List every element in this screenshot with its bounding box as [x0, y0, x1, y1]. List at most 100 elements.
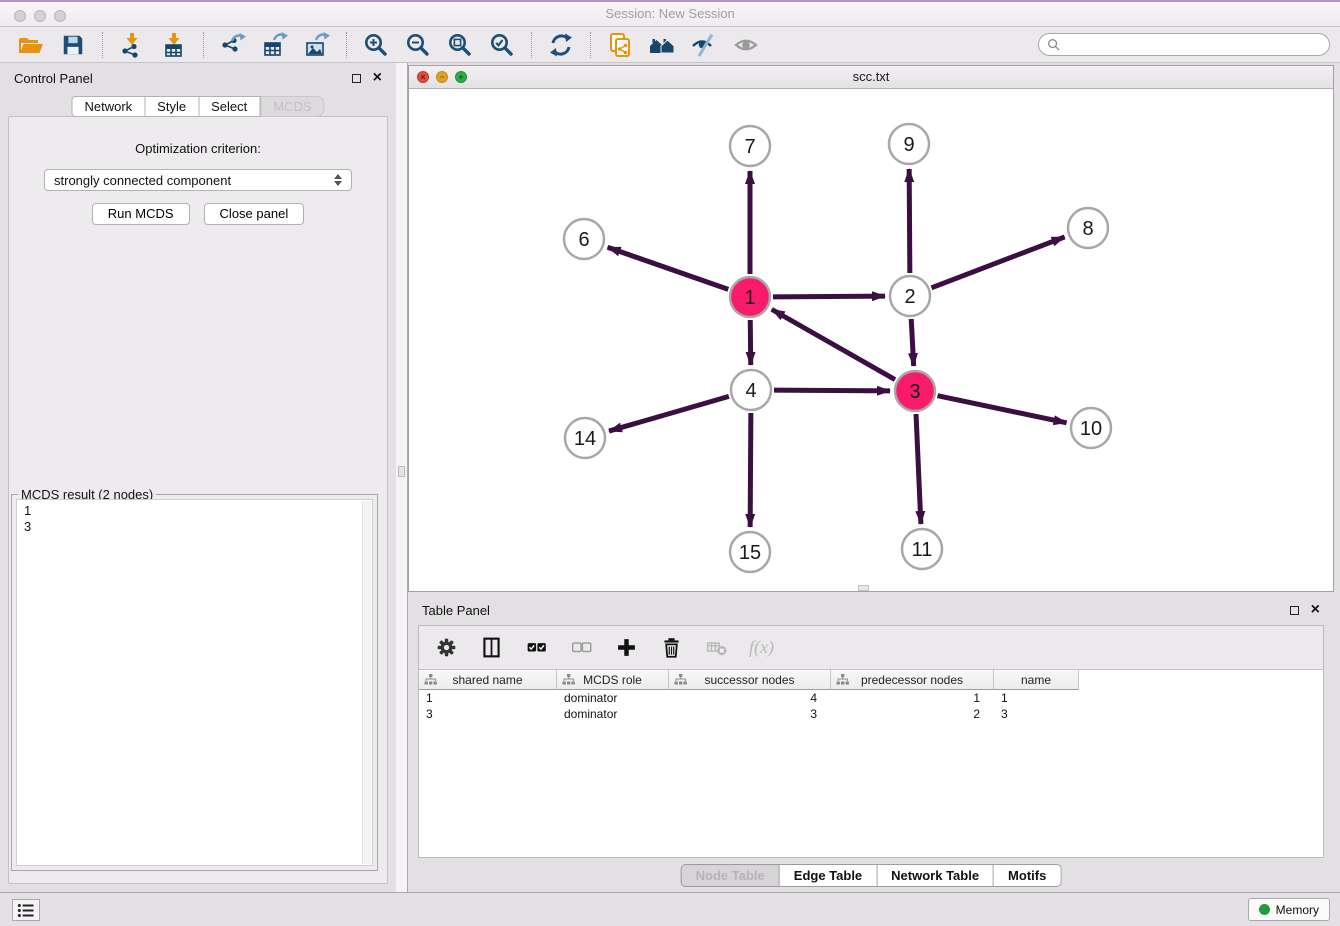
export-image-icon[interactable] — [302, 30, 332, 60]
show-all-icon[interactable] — [731, 30, 761, 60]
table-cell[interactable]: 3 — [669, 707, 831, 721]
gear-icon[interactable] — [434, 636, 458, 660]
graph-edge-2-9[interactable] — [909, 169, 910, 273]
graph-edge-3-11[interactable] — [916, 414, 921, 524]
import-network-icon[interactable] — [117, 30, 147, 60]
zoom-fit-icon[interactable] — [445, 30, 475, 60]
duplicate-network-icon[interactable] — [605, 30, 635, 60]
window-minimize-icon[interactable] — [34, 10, 46, 22]
hide-selected-icon[interactable] — [689, 30, 719, 60]
tab-mcds[interactable]: MCDS — [260, 96, 324, 117]
column-header-name[interactable]: name — [994, 670, 1079, 690]
mcds-result-group: MCDS result (2 nodes) 1 3 — [11, 494, 378, 871]
graph-edge-4-3[interactable] — [774, 390, 890, 391]
tree-icon — [836, 674, 849, 686]
add-column-icon[interactable] — [614, 636, 638, 660]
table-tabs: Node Table Edge Table Network Table Moti… — [681, 864, 1062, 887]
graph-node-label: 7 — [744, 136, 755, 158]
table-cell[interactable]: dominator — [557, 691, 669, 705]
column-header-successor-nodes[interactable]: successor nodes — [669, 670, 831, 690]
toolbar-separator — [203, 32, 204, 58]
tab-select[interactable]: Select — [199, 96, 260, 117]
splitter-handle[interactable] — [398, 466, 405, 477]
window-zoom-icon[interactable] — [54, 10, 66, 22]
open-session-icon[interactable] — [16, 30, 46, 60]
graph-node-label: 3 — [909, 381, 920, 403]
graph-edge-4-14[interactable] — [609, 396, 729, 431]
table-cell[interactable]: 1 — [994, 691, 1079, 705]
float-panel-icon[interactable] — [352, 74, 361, 83]
close-panel-icon[interactable]: × — [373, 70, 382, 86]
horizontal-splitter-handle[interactable] — [858, 585, 869, 591]
refresh-view-icon[interactable] — [546, 30, 576, 60]
deselect-all-icon[interactable] — [569, 636, 593, 660]
network-maximize-icon[interactable]: + — [455, 71, 467, 83]
tab-network[interactable]: Network — [71, 96, 145, 117]
zoom-selected-icon[interactable] — [487, 30, 517, 60]
table-cell[interactable]: 1 — [831, 691, 994, 705]
show-columns-icon[interactable] — [479, 636, 503, 660]
graph-edge-2-8[interactable] — [931, 237, 1064, 288]
graph-edge-2-3[interactable] — [911, 319, 913, 366]
import-table-icon[interactable] — [159, 30, 189, 60]
task-history-button[interactable] — [12, 899, 40, 921]
close-table-panel-icon[interactable]: × — [1311, 602, 1320, 618]
table-row[interactable]: 1 dominator 4 1 1 — [419, 690, 1323, 706]
tab-node-table[interactable]: Node Table — [681, 864, 780, 887]
memory-button[interactable]: Memory — [1248, 898, 1330, 921]
export-network-icon[interactable] — [218, 30, 248, 60]
column-header-mcds-role[interactable]: MCDS role — [557, 670, 669, 690]
search-box[interactable] — [1038, 33, 1330, 56]
graph-edge-3-10[interactable] — [938, 396, 1067, 423]
list-icon — [16, 902, 36, 919]
table-cell[interactable]: dominator — [557, 707, 669, 721]
zoom-out-icon[interactable] — [403, 30, 433, 60]
search-input[interactable] — [1065, 38, 1321, 52]
delete-column-icon[interactable] — [659, 636, 683, 660]
mcds-result-area[interactable]: 1 3 — [16, 499, 373, 866]
network-window-titlebar: × − + scc.txt — [409, 66, 1333, 89]
tree-icon — [562, 674, 575, 686]
column-label: predecessor nodes — [861, 673, 963, 687]
run-mcds-button[interactable]: Run MCDS — [92, 203, 190, 225]
search-icon — [1047, 38, 1060, 51]
window-close-icon[interactable] — [14, 10, 26, 22]
graph-edge-3-1[interactable] — [772, 309, 895, 379]
memory-status-icon — [1259, 904, 1270, 915]
tab-style[interactable]: Style — [145, 96, 199, 117]
table-panel-header: Table Panel × — [408, 595, 1334, 625]
graph-edge-1-6[interactable] — [608, 247, 729, 289]
graph-edge-4-15[interactable] — [750, 413, 751, 527]
column-header-shared-name[interactable]: shared name — [419, 670, 557, 690]
table-cell[interactable]: 4 — [669, 691, 831, 705]
dropdown-stepper-icon — [334, 174, 342, 186]
float-table-panel-icon[interactable] — [1290, 606, 1299, 615]
export-table-icon[interactable] — [260, 30, 290, 60]
node-table-header: shared name MCDS role successor nodes pr… — [419, 670, 1323, 690]
table-cell[interactable]: 3 — [419, 707, 557, 721]
graph-edge-1-2[interactable] — [773, 296, 885, 297]
first-neighbors-icon[interactable] — [647, 30, 677, 60]
main-toolbar — [0, 27, 1340, 63]
table-cell[interactable]: 1 — [419, 691, 557, 705]
control-panel-tabs: Network Style Select MCDS — [71, 96, 324, 117]
tab-motifs[interactable]: Motifs — [994, 864, 1061, 887]
window-traffic-lights[interactable] — [14, 10, 66, 22]
criterion-dropdown[interactable]: strongly connected component — [44, 169, 352, 191]
table-row[interactable]: 3 dominator 3 2 3 — [419, 706, 1323, 722]
tab-edge-table[interactable]: Edge Table — [780, 864, 877, 887]
result-scrollbar[interactable] — [362, 501, 371, 864]
column-header-predecessor-nodes[interactable]: predecessor nodes — [831, 670, 994, 690]
tab-network-table[interactable]: Network Table — [877, 864, 994, 887]
close-panel-button[interactable]: Close panel — [204, 203, 305, 225]
network-close-icon[interactable]: × — [417, 71, 429, 83]
network-minimize-icon[interactable]: − — [436, 71, 448, 83]
save-session-icon[interactable] — [58, 30, 88, 60]
vertical-splitter[interactable] — [396, 63, 408, 892]
table-cell[interactable]: 3 — [994, 707, 1079, 721]
select-all-icon[interactable] — [524, 636, 548, 660]
zoom-in-icon[interactable] — [361, 30, 391, 60]
network-canvas[interactable]: 7968124314101511 — [409, 89, 1333, 591]
table-cell[interactable]: 2 — [831, 707, 994, 721]
column-label: successor nodes — [704, 673, 794, 687]
